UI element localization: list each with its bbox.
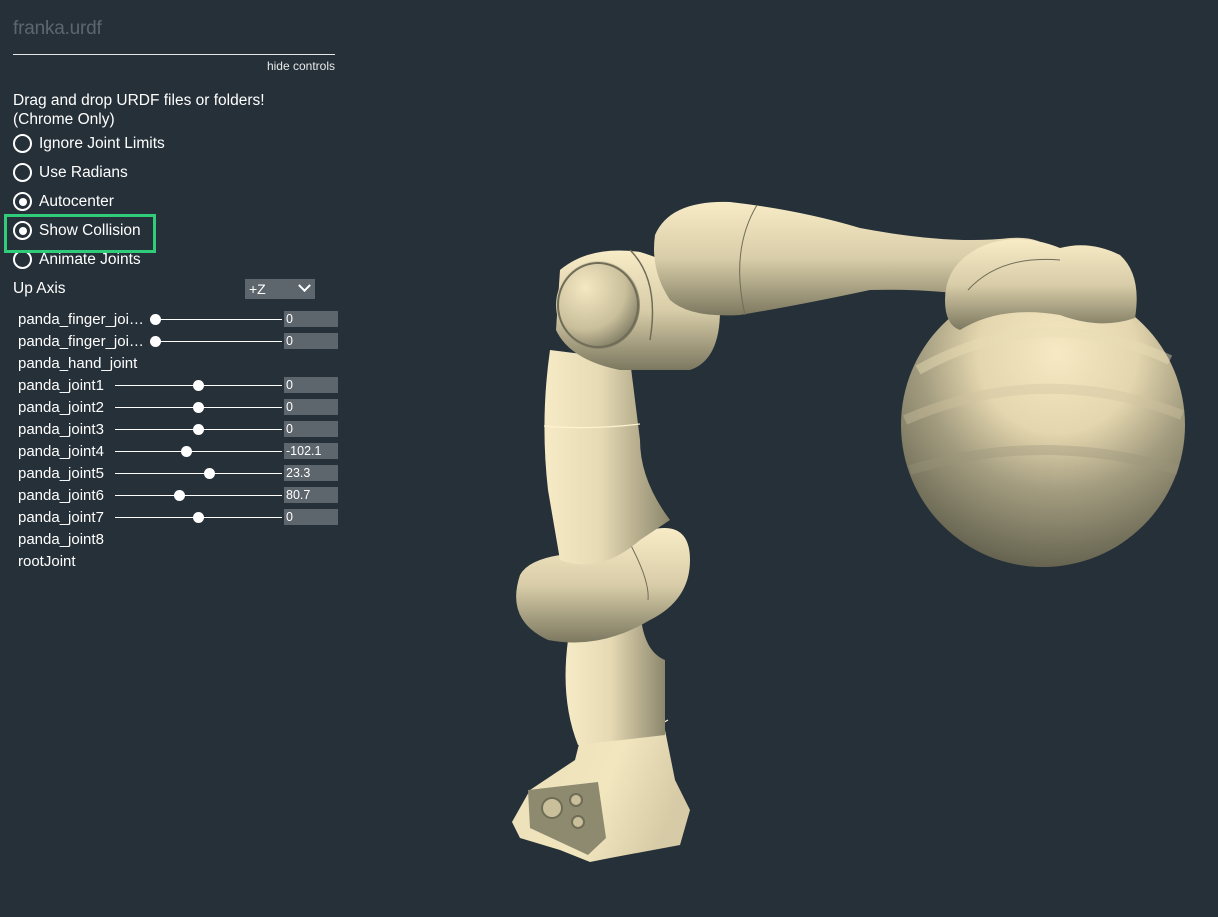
radio-icon[interactable]	[13, 250, 32, 269]
drop-instructions: Drag and drop URDF files or folders! (Ch…	[13, 91, 335, 129]
joint-value-input[interactable]: 0	[284, 399, 338, 415]
joint-slider[interactable]	[149, 313, 282, 325]
chevron-down-icon	[298, 279, 311, 293]
joint-value-input[interactable]: -102.1	[284, 443, 338, 459]
toggle-label: Animate Joints	[39, 250, 141, 268]
joint-value-input[interactable]: 23.3	[284, 465, 338, 481]
joint-value-input[interactable]: 0	[284, 377, 338, 393]
joint-name: panda_finger_joi…	[18, 332, 144, 350]
slider-thumb[interactable]	[193, 401, 204, 413]
slider-thumb[interactable]	[149, 335, 161, 347]
robot-link-3	[543, 350, 670, 565]
joint-slider[interactable]	[115, 511, 282, 523]
joint-value-input[interactable]: 0	[284, 421, 338, 437]
joint-row: rootJoint	[18, 550, 335, 572]
joint-name: panda_joint4	[18, 442, 104, 460]
slider-thumb[interactable]	[193, 511, 204, 523]
options-list: Ignore Joint Limits Use Radians Autocent…	[13, 129, 335, 274]
joint-name: panda_finger_joi…	[18, 310, 144, 328]
up-axis-select[interactable]: +Z	[245, 278, 315, 299]
joint-row: panda_joint2 0	[18, 396, 338, 418]
title-divider	[13, 54, 335, 55]
toggle-label: Ignore Joint Limits	[39, 134, 165, 152]
file-title: franka.urdf	[13, 18, 102, 39]
joint-value-input[interactable]: 0	[284, 311, 338, 327]
radio-icon[interactable]	[13, 163, 32, 182]
joint-slider[interactable]	[149, 335, 282, 347]
joint-row: panda_joint7 0	[18, 506, 338, 528]
controls-panel: franka.urdf hide controls Drag and drop …	[4, 0, 338, 572]
toggle-label: Autocenter	[39, 192, 114, 210]
toggle-autocenter[interactable]: Autocenter	[13, 187, 335, 216]
joint-name: rootJoint	[18, 552, 76, 570]
up-axis-value: +Z	[249, 280, 266, 297]
joint-name: panda_joint8	[18, 530, 104, 548]
joint-row: panda_finger_joi… 0	[18, 330, 338, 352]
joint-name: panda_joint1	[18, 376, 104, 394]
collision-sphere	[901, 283, 1185, 567]
slider-thumb[interactable]	[203, 467, 215, 479]
slider-thumb[interactable]	[149, 313, 161, 325]
joint-name: panda_joint3	[18, 420, 104, 438]
joint-name: panda_hand_joint	[18, 354, 138, 372]
joint-slider[interactable]	[115, 379, 282, 391]
slider-thumb[interactable]	[181, 445, 193, 457]
radio-icon[interactable]	[13, 134, 32, 153]
joint-slider[interactable]	[115, 489, 282, 501]
toggle-use-radians[interactable]: Use Radians	[13, 158, 335, 187]
joint-slider[interactable]	[115, 401, 282, 413]
joint-row: panda_joint6 80.7	[18, 484, 338, 506]
joint-slider[interactable]	[115, 423, 282, 435]
joint-name: panda_joint2	[18, 398, 104, 416]
slider-thumb[interactable]	[193, 423, 204, 435]
joint-row: panda_joint4 -102.1	[18, 440, 338, 462]
joint-row: panda_joint5 23.3	[18, 462, 338, 484]
joint-name: panda_joint5	[18, 464, 104, 482]
joint-slider[interactable]	[115, 467, 282, 479]
radio-icon[interactable]	[13, 192, 32, 211]
joint-row: panda_finger_joi… 0	[18, 308, 338, 330]
toggle-label: Show Collision	[39, 221, 141, 239]
joint-value-input[interactable]: 80.7	[284, 487, 338, 503]
slider-thumb[interactable]	[173, 489, 185, 501]
drop-instructions-line1: Drag and drop URDF files or folders!	[13, 92, 265, 109]
drop-instructions-line2: (Chrome Only)	[13, 111, 115, 128]
radio-icon[interactable]	[13, 221, 32, 240]
joint-value-input[interactable]: 0	[284, 509, 338, 525]
slider-thumb[interactable]	[193, 379, 204, 391]
toggle-animate-joints[interactable]: Animate Joints	[13, 245, 335, 274]
up-axis-label: Up Axis	[13, 279, 66, 297]
toggle-show-collision[interactable]: Show Collision	[13, 216, 335, 245]
toggle-ignore-joint-limits[interactable]: Ignore Joint Limits	[13, 129, 335, 158]
joint-row: panda_joint1 0	[18, 374, 338, 396]
joint-slider[interactable]	[115, 445, 282, 457]
joint-row: panda_joint8	[18, 528, 335, 550]
joint-row: panda_hand_joint	[18, 352, 335, 374]
joint-list: panda_finger_joi… 0 panda_finger_joi… 0 pand…	[18, 308, 338, 572]
toggle-label: Use Radians	[39, 163, 128, 181]
joint-row: panda_joint3 0	[18, 418, 338, 440]
joint-value-input[interactable]: 0	[284, 333, 338, 349]
joint-name: panda_joint7	[18, 508, 104, 526]
up-axis-row: Up Axis +Z	[13, 274, 335, 303]
joint-name: panda_joint6	[18, 486, 104, 504]
hide-controls-link[interactable]: hide controls	[13, 59, 335, 73]
